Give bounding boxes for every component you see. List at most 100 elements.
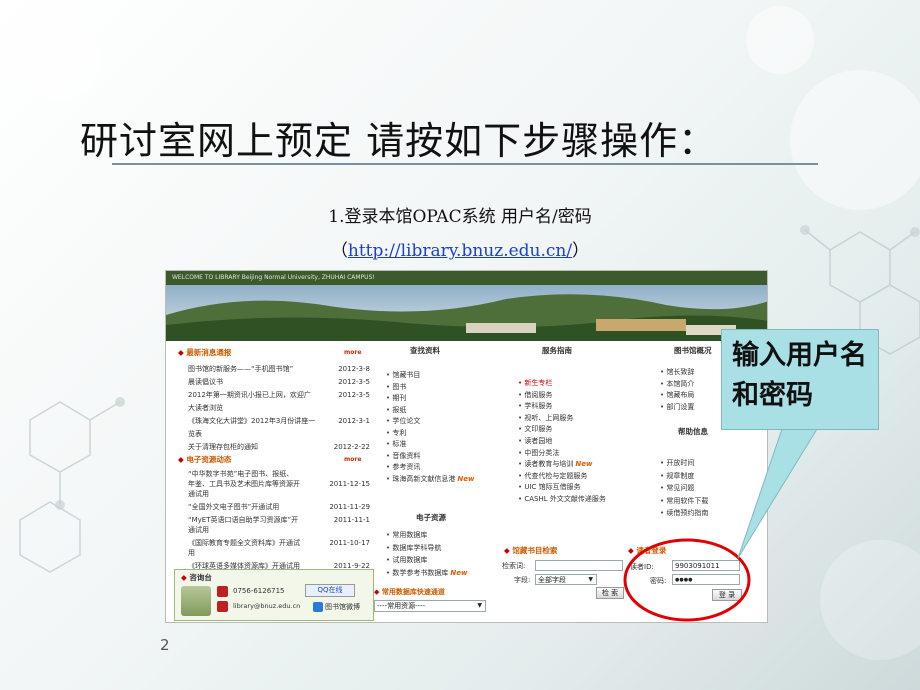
list-item[interactable]: 《国际教育专题全文资料库》开通试 2011-10-17	[188, 537, 370, 547]
list-item[interactable]: 规章制度	[660, 470, 760, 483]
search-resources-header: 查找资料	[410, 346, 440, 355]
catalog-search-panel: ◆ 馆藏书目检索 检索词: 字段: 全部字段 ▼ 检 索	[502, 545, 626, 603]
reader-id-label: 读者ID:	[630, 563, 654, 571]
help-list: 开放时间 规章制度 常见问题 常用软件下载 续借预约指南	[660, 457, 760, 520]
list-item[interactable]: 用	[188, 547, 370, 560]
list-item[interactable]: 览表	[188, 428, 370, 441]
eres-news-list: “中华数字书苑”电子图书、报纸、 年鉴、工具书及艺术图片库等资源开 2011-12…	[188, 468, 370, 573]
list-item[interactable]: 读者园地	[518, 436, 630, 448]
list-item[interactable]: “MyET英语口语自助学习资源库”开 2011-11-1	[188, 514, 370, 524]
new-badge: New	[457, 474, 475, 483]
password-input[interactable]: ●●●●	[672, 574, 740, 585]
library-homepage-screenshot: WELCOME TO LIBRARY Beijing Normal Univer…	[165, 270, 768, 623]
overview-header: 图书馆概况	[674, 346, 712, 355]
services-list: 新生专栏 借阅服务 学科服务 视听、上网服务 文印服务 读者园地 中图分类法 读…	[518, 378, 630, 506]
login-button[interactable]: 登 录	[712, 589, 742, 601]
help-header: 帮助信息	[678, 427, 708, 436]
new-badge: New	[575, 460, 593, 469]
contact-panel: ◆ 咨询台 0756-6126715 library@bnuz.edu.cn Q…	[174, 569, 374, 621]
contact-phone: 0756-6126715	[233, 587, 285, 595]
news-more-link[interactable]: more	[344, 349, 361, 356]
list-item[interactable]: 音像资料	[386, 451, 501, 463]
list-item[interactable]: 馆藏书目	[386, 370, 501, 382]
list-item[interactable]: 学科服务	[518, 401, 630, 413]
quick-db-select[interactable]: ----常用资源---- ▼	[374, 600, 486, 612]
list-item[interactable]: 通试用	[188, 524, 370, 537]
list-item[interactable]: 新生专栏	[518, 378, 630, 390]
list-item[interactable]: 数学参考书数据库New	[386, 567, 506, 580]
list-item[interactable]: 通试用	[188, 488, 370, 501]
campus-banner-image	[166, 285, 767, 341]
list-item[interactable]: 读者教育与培训New	[518, 459, 630, 471]
list-item[interactable]: 常用软件下载	[660, 495, 760, 508]
contact-email[interactable]: library@bnuz.edu.cn	[233, 602, 300, 610]
weibo-icon	[313, 602, 323, 612]
password-label: 密码:	[650, 577, 667, 585]
field-select[interactable]: 全部字段 ▼	[535, 574, 597, 585]
list-item[interactable]: 图书馆的新服务——“手机图书馆” 2012-3-8	[188, 363, 370, 376]
list-item[interactable]: 文印服务	[518, 424, 630, 436]
librarian-avatar	[181, 586, 211, 616]
quick-db-header: ◆ 常用数据库快速通道	[374, 588, 445, 596]
list-item[interactable]: 代查代检与定题服务	[518, 471, 630, 483]
step-instruction: 1.登录本馆OPAC系统 用户名/密码	[328, 207, 592, 227]
keyword-input[interactable]	[535, 560, 623, 571]
list-item[interactable]: 晨读倡议书 2012-3-5	[188, 376, 370, 389]
list-item[interactable]: 图书	[386, 382, 501, 394]
services-header: 服务指南	[542, 346, 572, 355]
qq-online-button[interactable]: QQ在线	[305, 584, 355, 597]
list-item[interactable]: 续借预约指南	[660, 507, 760, 520]
list-item[interactable]: 大读者浏览	[188, 402, 370, 415]
eres-news-header: ◆ 电子资源动态	[178, 455, 232, 464]
slide-title: 研讨室网上预定 请按如下步骤操作：	[80, 119, 718, 163]
list-item[interactable]: 学位论文	[386, 416, 501, 428]
list-item[interactable]: 专利	[386, 428, 501, 440]
url-paren-close: ）	[572, 241, 590, 261]
keyword-label: 检索词:	[502, 562, 526, 570]
catalog-header: ◆ 馆藏书目检索	[504, 546, 558, 555]
page-number: 2	[160, 636, 170, 654]
reader-id-input[interactable]: 9903091011	[672, 560, 740, 571]
list-item[interactable]: 中图分类法	[518, 448, 630, 460]
phone-icon	[217, 586, 228, 597]
list-item[interactable]: 2012年第一期资讯小报已上网，欢迎广 2012-3-5	[188, 389, 370, 402]
list-item[interactable]: 试用数据库	[386, 554, 506, 567]
search-resources-list: 馆藏书目 图书 期刊 报纸 学位论文 专利 标准 音像资料 参考资讯 珠海高新文…	[386, 370, 501, 485]
contact-header: ◆ 咨询台	[181, 573, 212, 582]
list-item[interactable]: “中华数字书苑”电子图书、报纸、	[188, 468, 370, 478]
list-item[interactable]: 年鉴、工具书及艺术图片库等资源开 2011-12-15	[188, 478, 370, 488]
slide: 研讨室网上预定 请按如下步骤操作： 1.登录本馆OPAC系统 用户名/密码 （h…	[0, 0, 920, 690]
list-item[interactable]: 常见问题	[660, 482, 760, 495]
login-header: ◆ 读者登录	[628, 546, 667, 555]
callout-text: 输入用户名和密码	[732, 340, 867, 411]
catalog-search-button[interactable]: 检 索	[596, 587, 624, 599]
list-item[interactable]: 视听、上网服务	[518, 413, 630, 425]
weibo-link[interactable]: 图书馆微博	[325, 602, 360, 612]
eres-list: 常用数据库 数据库学科导航 试用数据库 数学参考书数据库New	[386, 529, 506, 579]
library-url-link[interactable]: http://library.bnuz.edu.cn/	[348, 241, 572, 261]
news-list: 图书馆的新服务——“手机图书馆” 2012-3-8 晨读倡议书 2012-3-5 2…	[188, 363, 370, 454]
list-item[interactable]: 期刊	[386, 393, 501, 405]
list-item[interactable]: “全国外文电子图书”开通试用 2011-11-29	[188, 501, 370, 514]
eres-header: 电子资源	[416, 513, 446, 522]
list-item[interactable]: 关于清理存包柜的通知 2012-2-22	[188, 441, 370, 454]
list-item[interactable]: 常用数据库	[386, 529, 506, 542]
list-item[interactable]: 借阅服务	[518, 390, 630, 402]
list-item[interactable]: 开放时间	[660, 457, 760, 470]
list-item[interactable]: 报纸	[386, 405, 501, 417]
chevron-down-icon: ▼	[477, 602, 482, 609]
title-underline	[112, 163, 818, 165]
field-label: 字段:	[514, 576, 531, 584]
url-line: （http://library.bnuz.edu.cn/）	[0, 236, 920, 261]
banner-welcome-text: WELCOME TO LIBRARY Beijing Normal Univer…	[166, 271, 767, 285]
eres-news-more-link[interactable]: more	[344, 456, 361, 463]
list-item[interactable]: 珠海高新文献信息港New	[386, 474, 501, 486]
list-item[interactable]: 数据库学科导航	[386, 542, 506, 555]
list-item[interactable]: CASHL 外文文献传递服务	[518, 494, 630, 506]
url-paren-open: （	[330, 241, 348, 261]
list-item[interactable]: UIC 馆际互借服务	[518, 482, 630, 494]
list-item[interactable]: 《珠海文化大讲堂》2012年3月份讲座一 2012-3-1	[188, 415, 370, 428]
email-icon	[217, 601, 228, 612]
list-item[interactable]: 参考资讯	[386, 462, 501, 474]
list-item[interactable]: 标准	[386, 439, 501, 451]
